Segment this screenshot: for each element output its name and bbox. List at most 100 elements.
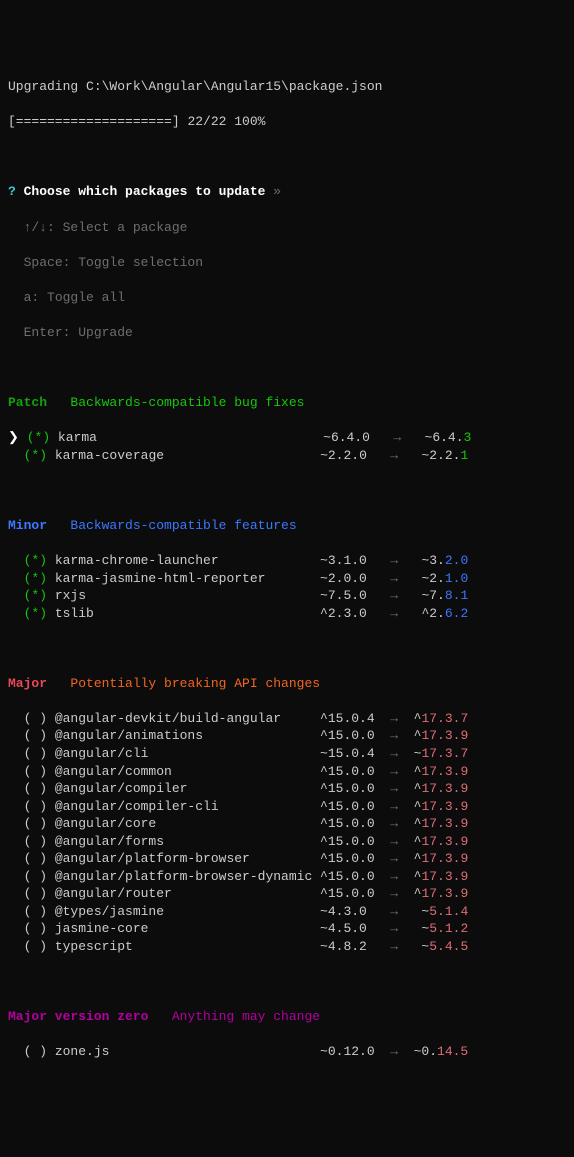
selection-marker[interactable]: ( ) (24, 903, 47, 921)
package-row[interactable]: ( ) @angular-devkit/build-angular^15.0.4… (8, 710, 566, 728)
version-from: ~2.0.0 (320, 570, 382, 588)
package-row[interactable]: ❯ (*) karma~6.4.0→~6.4.3 (8, 429, 566, 447)
package-row[interactable]: (*) karma-jasmine-html-reporter~2.0.0→~2… (8, 570, 566, 588)
selection-marker[interactable]: (*) (24, 447, 47, 465)
package-name: karma (58, 429, 323, 447)
package-name: zone.js (55, 1043, 320, 1061)
selection-marker[interactable]: ( ) (24, 938, 47, 956)
selection-marker[interactable]: ( ) (24, 885, 47, 903)
selection-marker[interactable]: ( ) (24, 763, 47, 781)
version-to: ~17.3.7 (406, 745, 468, 763)
version-from: ^15.0.0 (320, 763, 382, 781)
package-row[interactable]: ( ) @angular/platform-browser-dynamic^15… (8, 868, 566, 886)
selection-marker[interactable]: (*) (27, 429, 50, 447)
package-row[interactable]: (*) karma-chrome-launcher~3.1.0→~3.2.0 (8, 552, 566, 570)
help-line: Space: Toggle selection (8, 254, 566, 272)
version-to: ^17.3.7 (406, 710, 468, 728)
package-name: @angular/compiler (55, 780, 320, 798)
version-from: ^15.0.4 (320, 710, 382, 728)
package-row[interactable]: ( ) @angular/compiler^15.0.0→^17.3.9 (8, 780, 566, 798)
arrow-icon: → (382, 552, 405, 570)
version-to: ^2.6.2 (406, 605, 468, 623)
version-to: ^17.3.9 (406, 850, 468, 868)
version-to: ^17.3.9 (406, 815, 468, 833)
version-to: ^17.3.9 (406, 868, 468, 886)
package-row[interactable]: (*) tslib^2.3.0→^2.6.2 (8, 605, 566, 623)
version-to: ~5.1.2 (406, 920, 468, 938)
package-name: karma-coverage (55, 447, 320, 465)
selection-marker[interactable]: (*) (24, 552, 47, 570)
arrow-icon: → (382, 727, 405, 745)
selection-marker[interactable]: ( ) (24, 833, 47, 851)
arrow-icon: → (382, 868, 405, 886)
version-to: ^17.3.9 (406, 798, 468, 816)
selection-marker[interactable]: ( ) (24, 1043, 47, 1061)
arrow-icon: → (382, 570, 405, 588)
selection-marker[interactable]: (*) (24, 570, 47, 588)
selection-marker[interactable]: ( ) (24, 780, 47, 798)
package-name: @angular/core (55, 815, 320, 833)
selection-marker[interactable]: ( ) (24, 798, 47, 816)
version-from: ~4.5.0 (320, 920, 382, 938)
version-from: ~0.12.0 (320, 1043, 382, 1061)
package-row[interactable]: ( ) @angular/common^15.0.0→^17.3.9 (8, 763, 566, 781)
package-row[interactable]: ( ) jasmine-core~4.5.0→~5.1.2 (8, 920, 566, 938)
version-to: ^17.3.9 (406, 727, 468, 745)
package-row[interactable]: ( ) @angular/router^15.0.0→^17.3.9 (8, 885, 566, 903)
version-to: ~0.14.5 (406, 1043, 468, 1061)
cursor-icon: ❯ (8, 430, 19, 445)
section-patch-header: Patch Backwards-compatible bug fixes (8, 394, 566, 412)
arrow-icon: → (382, 938, 405, 956)
version-from: ~7.5.0 (320, 587, 382, 605)
package-name: typescript (55, 938, 320, 956)
package-name: @angular/common (55, 763, 320, 781)
upgrading-label: Upgrading (8, 79, 86, 94)
package-name: @angular-devkit/build-angular (55, 710, 320, 728)
package-row[interactable]: ( ) @angular/cli~15.0.4→~17.3.7 (8, 745, 566, 763)
arrow-icon: → (382, 447, 405, 465)
prompt-chev: » (273, 184, 281, 199)
package-row[interactable]: ( ) @angular/forms^15.0.0→^17.3.9 (8, 833, 566, 851)
selection-marker[interactable]: (*) (24, 605, 47, 623)
package-name: @angular/cli (55, 745, 320, 763)
arrow-icon: → (382, 815, 405, 833)
package-name: @angular/forms (55, 833, 320, 851)
package-name: jasmine-core (55, 920, 320, 938)
package-name: @angular/router (55, 885, 320, 903)
package-row[interactable]: ( ) @angular/platform-browser^15.0.0→^17… (8, 850, 566, 868)
package-row[interactable]: ( ) zone.js~0.12.0→~0.14.5 (8, 1043, 566, 1061)
package-name: karma-chrome-launcher (55, 552, 320, 570)
version-to: ^17.3.9 (406, 833, 468, 851)
arrow-icon: → (382, 587, 405, 605)
package-row[interactable]: ( ) @angular/compiler-cli^15.0.0→^17.3.9 (8, 798, 566, 816)
selection-marker[interactable]: ( ) (24, 868, 47, 886)
help-line: ↑/↓: Select a package (8, 219, 566, 237)
arrow-icon: → (382, 780, 405, 798)
package-row[interactable]: ( ) typescript~4.8.2→~5.4.5 (8, 938, 566, 956)
selection-marker[interactable]: (*) (24, 587, 47, 605)
selection-marker[interactable]: ( ) (24, 815, 47, 833)
section-major-header: Major Potentially breaking API changes (8, 675, 566, 693)
selection-marker[interactable]: ( ) (24, 850, 47, 868)
selection-marker[interactable]: ( ) (24, 920, 47, 938)
arrow-icon: → (386, 429, 409, 447)
version-from: ^15.0.0 (320, 798, 382, 816)
package-row[interactable]: (*) rxjs~7.5.0→~7.8.1 (8, 587, 566, 605)
arrow-icon: → (382, 903, 405, 921)
package-row[interactable]: (*) karma-coverage~2.2.0→~2.2.1 (8, 447, 566, 465)
package-row[interactable]: ( ) @types/jasmine~4.3.0→~5.1.4 (8, 903, 566, 921)
version-from: ^15.0.0 (320, 727, 382, 745)
version-to: ~5.4.5 (406, 938, 468, 956)
package-row[interactable]: ( ) @angular/animations^15.0.0→^17.3.9 (8, 727, 566, 745)
version-to: ^17.3.9 (406, 763, 468, 781)
version-to: ~5.1.4 (406, 903, 468, 921)
section-zero-header: Major version zero Anything may change (8, 1008, 566, 1026)
selection-marker[interactable]: ( ) (24, 727, 47, 745)
selection-marker[interactable]: ( ) (24, 710, 47, 728)
package-name: @types/jasmine (55, 903, 320, 921)
package-row[interactable]: ( ) @angular/core^15.0.0→^17.3.9 (8, 815, 566, 833)
prompt-line: ? Choose which packages to update » (8, 183, 566, 201)
arrow-icon: → (382, 710, 405, 728)
version-to: ^17.3.9 (406, 885, 468, 903)
selection-marker[interactable]: ( ) (24, 745, 47, 763)
